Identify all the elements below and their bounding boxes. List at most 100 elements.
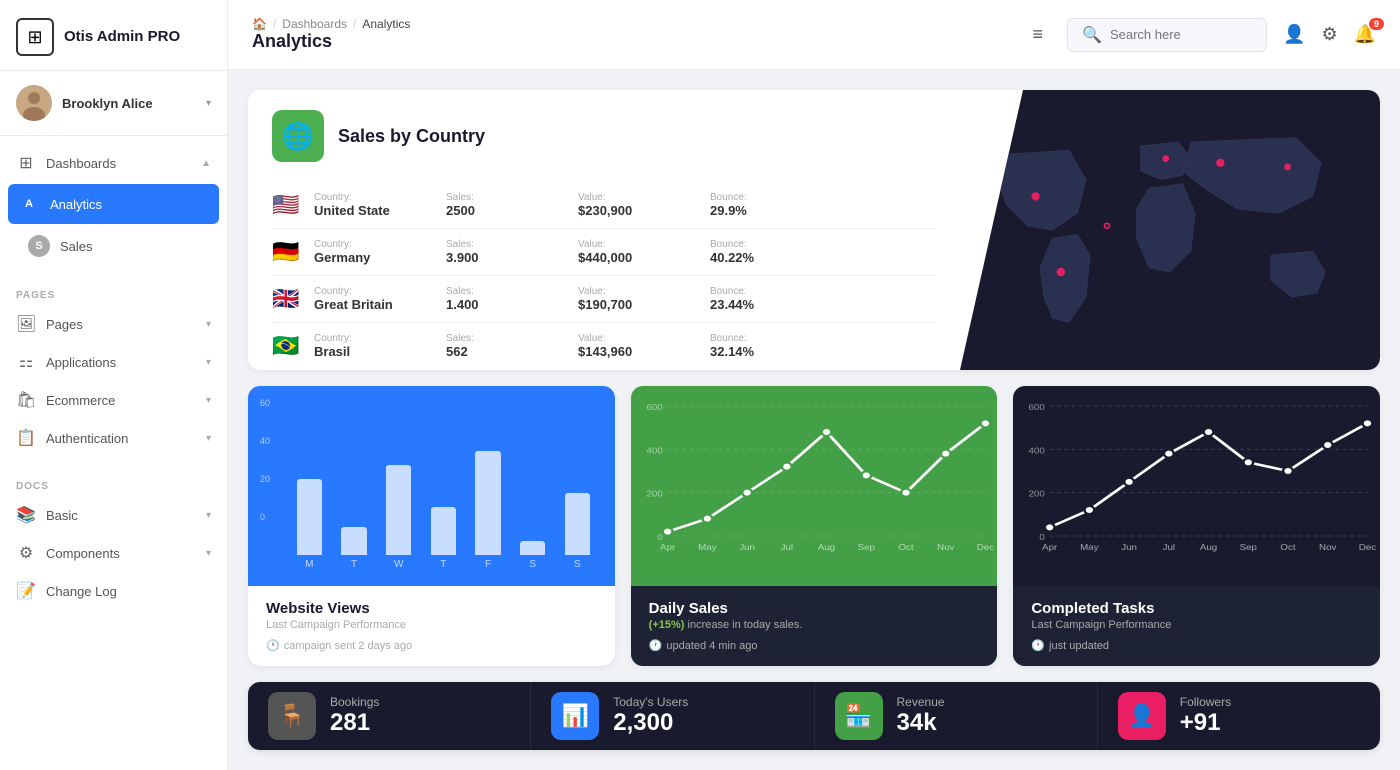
sales-map-panel: [960, 90, 1380, 370]
notifications-icon[interactable]: 🔔 9: [1354, 24, 1376, 45]
sidebar-item-sales[interactable]: S Sales: [0, 226, 227, 266]
notification-badge: 9: [1369, 18, 1384, 30]
bar-label: M: [305, 559, 313, 570]
country-col: Country: United State: [314, 192, 434, 218]
bar-label: S: [529, 559, 536, 570]
bar-wrap: S: [513, 440, 552, 570]
svg-text:Nov: Nov: [1319, 543, 1337, 552]
logo-text: Otis Admin PRO: [64, 28, 180, 46]
bar-label: T: [440, 559, 446, 570]
sales-letter: S: [28, 235, 50, 257]
bounce-col: Bounce: 29.9%: [710, 192, 830, 218]
stat-info: Followers +91: [1180, 695, 1231, 737]
stat-item: 🪑 Bookings 281: [248, 682, 531, 750]
svg-text:Aug: Aug: [1200, 543, 1217, 552]
sidebar-item-ecommerce[interactable]: 🛍 Ecommerce ▾: [0, 381, 227, 419]
breadcrumb-sep1: /: [273, 17, 276, 31]
sales-table-row: 🇬🇧 Country: Great Britain Sales: 1.400 V…: [272, 276, 936, 323]
nav-docs-section: DOCS 📚 Basic ▾ ⚙ Components ▾ 📝 Change L…: [0, 465, 227, 618]
bar: [475, 451, 500, 555]
sidebar-logo: ⊞ Otis Admin PRO: [0, 0, 227, 71]
topbar-left: 🏠 / Dashboards / Analytics Analytics: [252, 17, 1017, 52]
dashboards-chevron: ▲: [201, 158, 211, 169]
svg-text:May: May: [698, 543, 717, 552]
bar: [520, 541, 545, 555]
svg-text:Oct: Oct: [898, 543, 914, 552]
authentication-chevron: ▾: [206, 433, 211, 444]
bounce-col: Bounce: 23.44%: [710, 286, 830, 312]
svg-text:200: 200: [646, 490, 662, 499]
pages-icon: 🖼: [16, 314, 36, 334]
sidebar-item-basic[interactable]: 📚 Basic ▾: [0, 496, 227, 534]
value-col: Value: $440,000: [578, 239, 698, 265]
sales-col: Sales: 3.900: [446, 239, 566, 265]
avatar: [16, 85, 52, 121]
sidebar-item-analytics[interactable]: A Analytics: [8, 184, 219, 224]
analytics-letter: A: [18, 193, 40, 215]
applications-icon: ⚏: [16, 352, 36, 372]
docs-section-label: DOCS: [0, 473, 227, 496]
breadcrumb-sep2: /: [353, 17, 356, 31]
website-views-subtitle: Last Campaign Performance: [266, 619, 597, 631]
sidebar-label-analytics: Analytics: [50, 197, 209, 212]
daily-sales-footer: 🕐 updated 4 min ago: [649, 639, 980, 652]
sidebar-label-changelog: Change Log: [46, 584, 211, 599]
svg-text:Dec: Dec: [1359, 543, 1377, 552]
breadcrumb-home-icon: 🏠: [252, 17, 267, 31]
country-col: Country: Germany: [314, 239, 434, 265]
svg-text:Jul: Jul: [1163, 543, 1176, 552]
sidebar-item-authentication[interactable]: 📋 Authentication ▾: [0, 419, 227, 457]
globe-icon: 🌐: [272, 110, 324, 162]
completed-tasks-footer: 🕐 just updated: [1031, 639, 1362, 652]
value-col: Value: $190,700: [578, 286, 698, 312]
applications-chevron: ▾: [206, 357, 211, 368]
stat-icon: 👤: [1118, 692, 1166, 740]
breadcrumb: 🏠 / Dashboards / Analytics: [252, 17, 1017, 31]
sales-col: Sales: 1.400: [446, 286, 566, 312]
bar-label: S: [574, 559, 581, 570]
sidebar-label-components: Components: [46, 546, 196, 561]
bounce-col: Bounce: 32.14%: [710, 333, 830, 359]
bar: [565, 493, 590, 555]
svg-text:Apr: Apr: [1042, 543, 1057, 552]
user-profile-icon[interactable]: 👤: [1283, 24, 1305, 45]
bar-label: F: [485, 559, 491, 570]
sidebar-label-applications: Applications: [46, 355, 196, 370]
country-flag: 🇺🇸: [272, 192, 302, 218]
components-icon: ⚙: [16, 543, 36, 563]
hamburger-icon[interactable]: ≡: [1033, 24, 1044, 45]
sidebar-user[interactable]: Brooklyn Alice ▾: [0, 71, 227, 136]
bar: [341, 527, 366, 555]
search-input[interactable]: [1110, 27, 1250, 42]
sales-table: 🇺🇸 Country: United State Sales: 2500 Val…: [272, 182, 936, 369]
website-views-info: Website Views Last Campaign Performance …: [248, 586, 615, 666]
daily-sales-subtitle: (+15%) increase in today sales.: [649, 619, 980, 631]
svg-text:Sep: Sep: [1240, 543, 1257, 552]
bar: [431, 507, 456, 555]
search-box[interactable]: 🔍: [1067, 18, 1267, 52]
sidebar-label-ecommerce: Ecommerce: [46, 393, 196, 408]
user-name: Brooklyn Alice: [62, 96, 196, 111]
pages-chevron: ▾: [206, 319, 211, 330]
stat-item: 👤 Followers +91: [1098, 682, 1380, 750]
stats-row: 🪑 Bookings 281 📊 Today's Users 2,300 🏪 R…: [248, 682, 1380, 750]
sidebar-label-pages: Pages: [46, 317, 196, 332]
sidebar-item-pages[interactable]: 🖼 Pages ▾: [0, 305, 227, 343]
sidebar-item-components[interactable]: ⚙ Components ▾: [0, 534, 227, 572]
sidebar-item-applications[interactable]: ⚏ Applications ▾: [0, 343, 227, 381]
svg-text:600: 600: [1029, 403, 1045, 412]
website-views-title: Website Views: [266, 600, 597, 617]
stat-item: 📊 Today's Users 2,300: [531, 682, 814, 750]
website-views-card: 60 40 20 0 M T W T F S S Websi: [248, 386, 615, 666]
stat-info: Today's Users 2,300: [613, 695, 688, 737]
bounce-col: Bounce: 40.22%: [710, 239, 830, 265]
daily-sales-card: 0200400600AprMayJunJulAugSepOctNovDec Da…: [631, 386, 998, 666]
bar-wrap: T: [424, 440, 463, 570]
bar-wrap: M: [290, 440, 329, 570]
settings-icon[interactable]: ⚙: [1321, 24, 1337, 45]
daily-sales-title: Daily Sales: [649, 600, 980, 617]
sidebar-item-changelog[interactable]: 📝 Change Log: [0, 572, 227, 610]
website-views-chart: 60 40 20 0 M T W T F S S: [248, 386, 615, 586]
sidebar-item-dashboards[interactable]: ⊞ Dashboards ▲: [0, 144, 227, 182]
stat-icon: 🪑: [268, 692, 316, 740]
